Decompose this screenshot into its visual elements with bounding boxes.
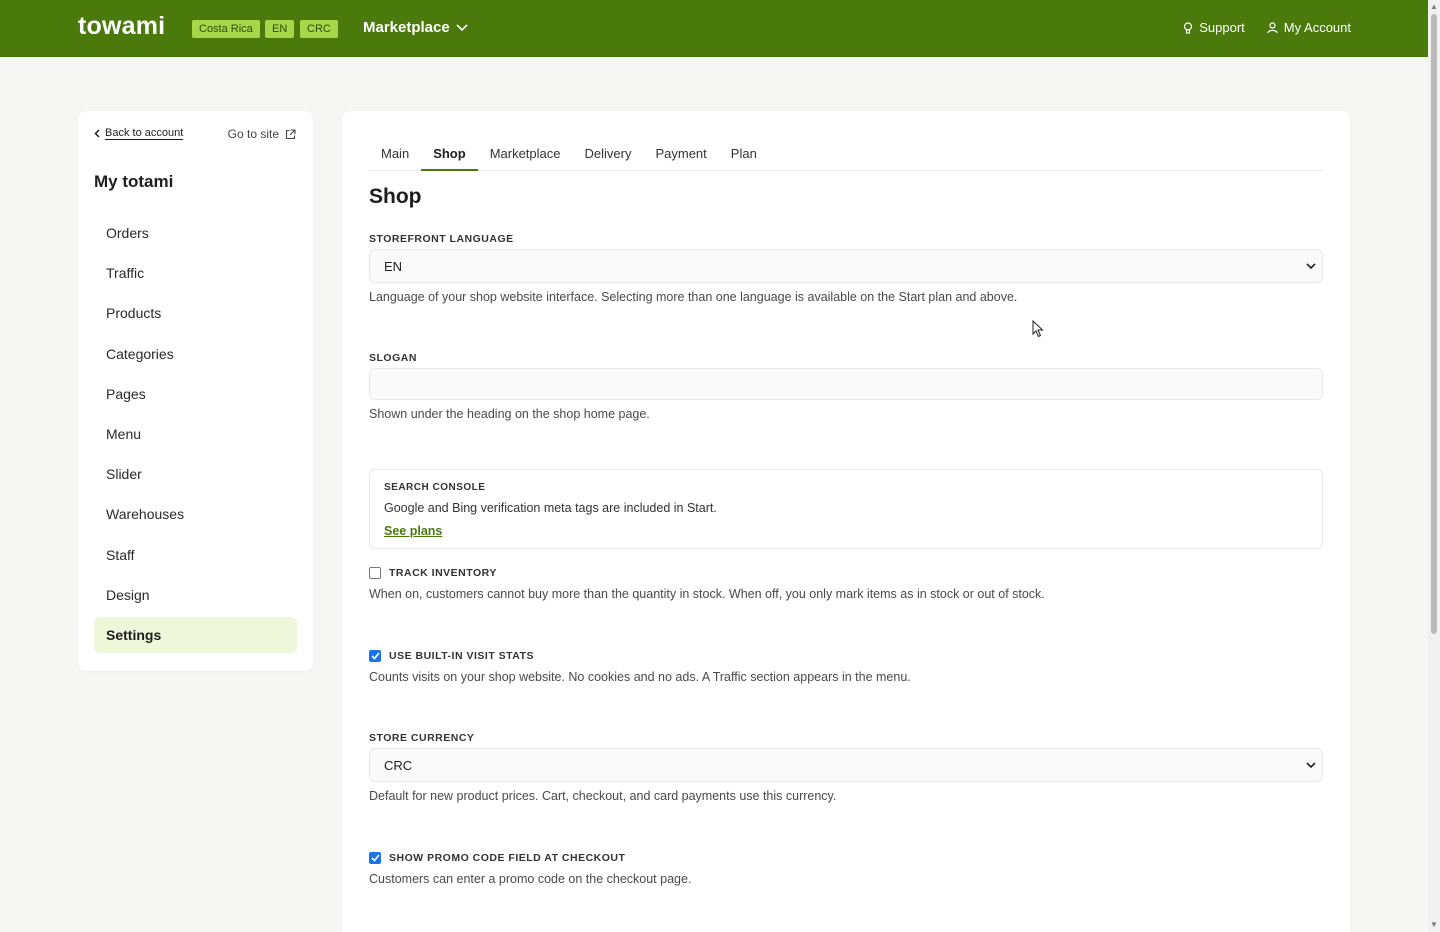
promo-code-help: Customers can enter a promo code on the …: [369, 872, 692, 886]
settings-tabs: Main Shop Marketplace Delivery Payment P…: [369, 135, 1323, 171]
page-scrollbar[interactable]: ▲ ▼: [1428, 0, 1440, 932]
track-inventory-label[interactable]: TRACK INVENTORY: [389, 567, 497, 579]
brand-logo[interactable]: towami: [78, 12, 165, 41]
checkmark-icon: [370, 652, 380, 660]
search-console-text: Google and Bing verification meta tags a…: [384, 501, 717, 515]
promo-code-checkbox[interactable]: [369, 852, 381, 864]
chevron-down-icon: [1306, 263, 1316, 270]
sidebar-item-orders[interactable]: Orders: [94, 215, 297, 251]
slogan-label: SLOGAN: [369, 352, 417, 364]
go-to-site-link[interactable]: Go to site: [228, 127, 296, 141]
mouse-cursor-icon: [1032, 320, 1044, 338]
sidebar-item-design[interactable]: Design: [94, 577, 297, 613]
chevron-down-icon: [456, 23, 468, 31]
settings-panel: Main Shop Marketplace Delivery Payment P…: [342, 111, 1350, 932]
sidebar-nav: Orders Traffic Products Categories Pages…: [94, 215, 297, 657]
support-link[interactable]: Support: [1183, 20, 1245, 35]
external-link-icon: [285, 128, 296, 139]
scrollbar-thumb[interactable]: [1431, 14, 1437, 634]
tab-plan[interactable]: Plan: [719, 135, 769, 171]
sidebar-item-warehouses[interactable]: Warehouses: [94, 496, 297, 532]
promo-code-label[interactable]: SHOW PROMO CODE FIELD AT CHECKOUT: [389, 852, 625, 864]
storefront-language-select[interactable]: EN: [369, 249, 1323, 283]
search-console-label: SEARCH CONSOLE: [384, 482, 486, 493]
storefront-language-label: STOREFRONT LANGUAGE: [369, 233, 514, 245]
store-currency-select[interactable]: CRC: [369, 748, 1323, 782]
sidebar-item-products[interactable]: Products: [94, 295, 297, 331]
tab-shop[interactable]: Shop: [421, 135, 478, 171]
visit-stats-help: Counts visits on your shop website. No c…: [369, 670, 911, 684]
tab-payment[interactable]: Payment: [643, 135, 718, 171]
my-account-label: My Account: [1283, 20, 1351, 35]
visit-stats-label[interactable]: USE BUILT-IN VISIT STATS: [389, 650, 534, 662]
sidebar-item-pages[interactable]: Pages: [94, 376, 297, 412]
region-badge[interactable]: Costa Rica: [192, 20, 260, 38]
sidebar-item-menu[interactable]: Menu: [94, 416, 297, 452]
chevron-down-icon: [1306, 762, 1316, 769]
sidebar-title: My totami: [94, 172, 174, 191]
back-to-account-link[interactable]: Back to account: [94, 127, 184, 140]
search-console-notice: SEARCH CONSOLE Google and Bing verificat…: [369, 469, 1323, 549]
tab-delivery[interactable]: Delivery: [573, 135, 644, 171]
page-title: Shop: [369, 185, 422, 208]
currency-badge[interactable]: CRC: [300, 20, 338, 38]
support-label: Support: [1199, 20, 1245, 35]
top-navigation-bar: towami Costa Rica EN CRC Marketplace Sup…: [0, 0, 1428, 57]
language-badge[interactable]: EN: [265, 20, 295, 38]
marketplace-menu[interactable]: Marketplace: [363, 19, 468, 36]
sidebar: Back to account Go to site My totami Ord…: [78, 111, 313, 671]
user-icon: [1267, 21, 1278, 33]
sidebar-item-slider[interactable]: Slider: [94, 456, 297, 492]
scroll-up-icon[interactable]: ▲: [1430, 2, 1438, 11]
checkmark-icon: [370, 854, 380, 862]
marketplace-menu-label: Marketplace: [363, 19, 450, 36]
slogan-input[interactable]: [369, 368, 1323, 400]
lightbulb-icon: [1184, 21, 1193, 34]
back-to-account-label: Back to account: [105, 127, 184, 140]
track-inventory-help: When on, customers cannot buy more than …: [369, 587, 1045, 601]
my-account-link[interactable]: My Account: [1267, 20, 1351, 35]
store-currency-value: CRC: [384, 757, 413, 773]
storefront-language-value: EN: [384, 258, 403, 274]
store-currency-help: Default for new product prices. Cart, ch…: [369, 789, 837, 803]
visit-stats-checkbox[interactable]: [369, 650, 381, 662]
sidebar-item-settings[interactable]: Settings: [94, 616, 297, 653]
see-plans-link[interactable]: See plans: [384, 524, 442, 538]
sidebar-item-traffic[interactable]: Traffic: [94, 255, 297, 291]
chevron-left-icon: [94, 129, 100, 138]
sidebar-item-categories[interactable]: Categories: [94, 336, 297, 372]
go-to-site-label: Go to site: [227, 127, 279, 141]
sidebar-item-staff[interactable]: Staff: [94, 537, 297, 573]
slogan-help: Shown under the heading on the shop home…: [369, 407, 650, 421]
scroll-down-icon[interactable]: ▼: [1430, 920, 1438, 929]
store-currency-label: STORE CURRENCY: [369, 732, 475, 744]
tab-marketplace[interactable]: Marketplace: [478, 135, 573, 171]
tab-main[interactable]: Main: [369, 135, 421, 171]
storefront-language-help: Language of your shop website interface.…: [369, 290, 1018, 304]
track-inventory-checkbox[interactable]: [369, 567, 381, 579]
